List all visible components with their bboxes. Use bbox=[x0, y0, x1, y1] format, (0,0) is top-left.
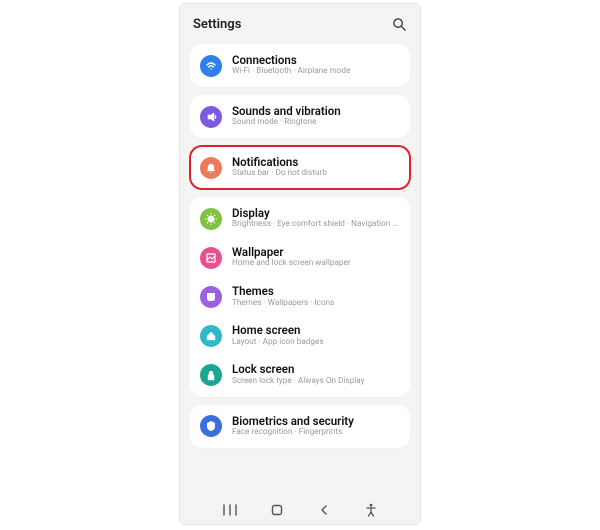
settings-item-notifications[interactable]: Notifications Status bar · Do not distur… bbox=[190, 148, 410, 187]
item-subtitle: Status bar · Do not disturb bbox=[232, 169, 327, 179]
item-label: Display bbox=[232, 207, 400, 220]
palette-icon bbox=[200, 286, 222, 308]
nav-bar bbox=[180, 496, 420, 524]
speaker-icon bbox=[200, 106, 222, 128]
phone-frame: Settings Connections Wi-Fi · Bluetooth ·… bbox=[180, 4, 420, 524]
item-subtitle: Face recognition · Fingerprints bbox=[232, 428, 354, 438]
item-label: Notifications bbox=[232, 156, 327, 169]
shield-icon bbox=[200, 415, 222, 437]
item-label: Themes bbox=[232, 285, 334, 298]
item-label: Biometrics and security bbox=[232, 415, 354, 428]
settings-group: Display Brightness · Eye comfort shield … bbox=[190, 197, 410, 396]
settings-item-display[interactable]: Display Brightness · Eye comfort shield … bbox=[190, 199, 410, 238]
settings-group: Connections Wi-Fi · Bluetooth · Airplane… bbox=[190, 44, 410, 87]
item-label: Connections bbox=[232, 54, 350, 67]
page-title: Settings bbox=[193, 17, 241, 32]
nav-back-button[interactable] bbox=[313, 499, 335, 521]
image-icon bbox=[200, 247, 222, 269]
search-icon bbox=[392, 17, 407, 32]
nav-accessibility-button[interactable] bbox=[360, 499, 382, 521]
home-icon bbox=[200, 325, 222, 347]
settings-item-lock[interactable]: Lock screen Screen lock type · Always On… bbox=[190, 355, 410, 394]
settings-item-sounds[interactable]: Sounds and vibration Sound mode · Ringto… bbox=[190, 97, 410, 136]
app-header: Settings bbox=[180, 4, 420, 44]
settings-item-themes[interactable]: Themes Themes · Wallpapers · Icons bbox=[190, 277, 410, 316]
search-button[interactable] bbox=[392, 17, 407, 32]
settings-group: Sounds and vibration Sound mode · Ringto… bbox=[190, 95, 410, 138]
nav-home-icon bbox=[270, 503, 284, 517]
item-label: Lock screen bbox=[232, 363, 365, 376]
accessibility-icon bbox=[365, 503, 377, 517]
item-subtitle: Wi-Fi · Bluetooth · Airplane mode bbox=[232, 67, 350, 77]
item-label: Wallpaper bbox=[232, 246, 351, 259]
wifi-icon bbox=[200, 55, 222, 77]
sun-icon bbox=[200, 208, 222, 230]
settings-item-biometrics[interactable]: Biometrics and security Face recognition… bbox=[190, 407, 410, 446]
item-subtitle: Brightness · Eye comfort shield · Naviga… bbox=[232, 220, 400, 230]
settings-item-connections[interactable]: Connections Wi-Fi · Bluetooth · Airplane… bbox=[190, 46, 410, 85]
nav-recents-button[interactable] bbox=[219, 499, 241, 521]
nav-home-button[interactable] bbox=[266, 499, 288, 521]
bell-icon bbox=[200, 157, 222, 179]
settings-list: Connections Wi-Fi · Bluetooth · Airplane… bbox=[180, 44, 420, 496]
recents-icon bbox=[223, 504, 237, 516]
item-subtitle: Layout · App icon badges bbox=[232, 338, 324, 348]
settings-group-highlighted: Notifications Status bar · Do not distur… bbox=[190, 146, 410, 189]
settings-group: Biometrics and security Face recognition… bbox=[190, 405, 410, 448]
item-label: Home screen bbox=[232, 324, 324, 337]
item-label: Sounds and vibration bbox=[232, 105, 341, 118]
item-subtitle: Sound mode · Ringtone bbox=[232, 118, 341, 128]
item-subtitle: Screen lock type · Always On Display bbox=[232, 377, 365, 387]
settings-item-home[interactable]: Home screen Layout · App icon badges bbox=[190, 316, 410, 355]
settings-item-wallpaper[interactable]: Wallpaper Home and lock screen wallpaper bbox=[190, 238, 410, 277]
item-subtitle: Themes · Wallpapers · Icons bbox=[232, 299, 334, 309]
back-icon bbox=[318, 504, 330, 516]
lock-icon bbox=[200, 364, 222, 386]
item-subtitle: Home and lock screen wallpaper bbox=[232, 259, 351, 269]
